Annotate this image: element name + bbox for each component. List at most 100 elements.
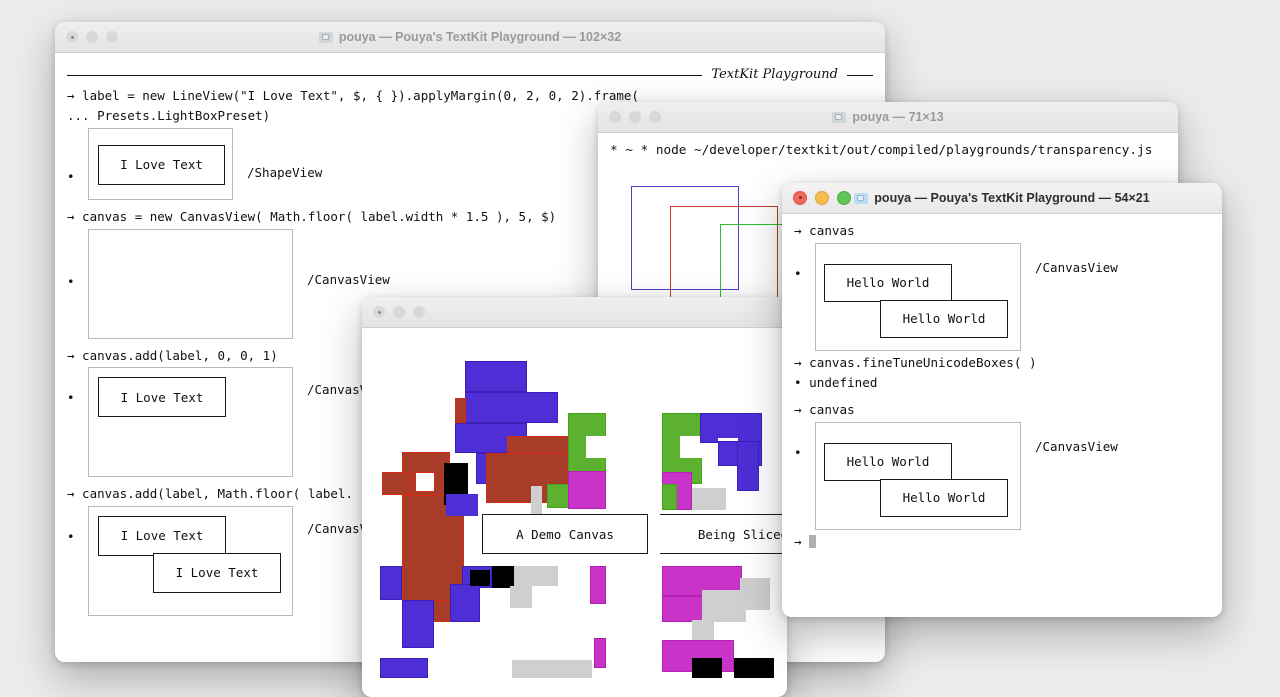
zoom-button[interactable]	[413, 306, 425, 318]
prompt-line: → canvas.fineTuneUnicodeBoxes( )	[794, 354, 1037, 370]
zoom-button[interactable]	[649, 111, 661, 123]
traffic-lights[interactable]	[362, 306, 425, 318]
line-view: I Love Text	[98, 516, 226, 557]
titlebar-playground-main[interactable]: pouya — Pouya's TextKit Playground — 102…	[55, 22, 885, 53]
pixel-block	[402, 600, 434, 648]
window-pixel-canvas[interactable]: A Demo Canvas Being Sliced	[362, 297, 787, 697]
close-button[interactable]	[793, 191, 807, 205]
result-type-label: /ShapeView	[247, 164, 323, 180]
pixel-block	[740, 578, 770, 610]
result-type-label: /CanvasV	[307, 521, 368, 537]
header-rule-right	[847, 74, 873, 76]
line-view: I Love Text	[98, 144, 225, 185]
window-title: pouya — 71×13	[598, 102, 1178, 132]
pixel-block	[734, 658, 774, 678]
window-title-text: pouya — Pouya's TextKit Playground — 54×…	[874, 191, 1150, 205]
traffic-lights[interactable]	[782, 191, 851, 205]
line-view: Hello World	[824, 442, 952, 481]
pixel-block	[737, 441, 759, 491]
traffic-lights[interactable]	[55, 31, 118, 43]
pixel-block	[470, 570, 490, 586]
header-caption: TextKit Playground	[711, 67, 838, 82]
result-line: • undefined	[794, 374, 878, 390]
caption-box-sliced: Being Sliced	[660, 514, 787, 554]
minimize-button[interactable]	[86, 31, 98, 43]
prompt-line: → canvas	[794, 223, 855, 238]
window-playground-front[interactable]: pouya — Pouya's TextKit Playground — 54×…	[782, 183, 1222, 617]
pixel-block	[465, 361, 527, 392]
line-view: I Love Text	[98, 377, 226, 418]
pixel-block	[512, 660, 592, 678]
pixel-block	[380, 658, 428, 678]
pixel-block	[510, 586, 532, 608]
window-title-text: pouya — Pouya's TextKit Playground — 102…	[338, 30, 622, 44]
pixel-block	[692, 488, 726, 510]
caption-box-demo: A Demo Canvas	[482, 514, 648, 554]
close-button[interactable]	[609, 111, 621, 123]
result-bullet: •	[67, 529, 75, 545]
result-bullet: •	[794, 444, 802, 460]
pixel-block	[465, 392, 558, 423]
result-type-label: /CanvasView	[307, 271, 390, 287]
result-canvasview-hello-2: • Hello World Hello World /CanvasView	[782, 420, 1222, 532]
result-type-label: /CanvasV	[307, 382, 368, 398]
minimize-button[interactable]	[629, 111, 641, 123]
pixel-block	[586, 436, 608, 458]
terminal-body-front[interactable]: → canvas • Hello World Hello World /Canv…	[782, 214, 1222, 617]
titlebar-node-terminal[interactable]: pouya — 71×13	[598, 102, 1178, 133]
line-view: Hello World	[824, 263, 952, 302]
canvasview-box: I Love Text	[88, 367, 293, 478]
canvasview-box: I Love Text I Love Text	[88, 506, 293, 617]
line-view: Hello World	[880, 478, 1008, 517]
result-bullet: •	[67, 168, 75, 184]
pixel-block	[680, 436, 702, 458]
pixel-block	[492, 566, 514, 588]
header-rule-left	[67, 74, 703, 76]
pixel-block	[455, 398, 466, 423]
shell-command-line: * ~ * node ~/developer/textkit/out/compi…	[610, 142, 1153, 157]
prompt-arrow: →	[794, 533, 802, 549]
close-button[interactable]	[373, 306, 385, 318]
pixel-block	[594, 638, 606, 668]
window-title	[362, 297, 787, 327]
result-canvasview-hello-1: • Hello World Hello World /CanvasView	[782, 241, 1222, 353]
zoom-button[interactable]	[106, 31, 118, 43]
folder-icon	[832, 111, 847, 123]
folder-icon	[318, 31, 333, 43]
pixel-block	[446, 494, 478, 516]
pixel-block	[382, 472, 412, 495]
result-type-label: /CanvasView	[1035, 438, 1118, 454]
pixel-block	[662, 484, 677, 510]
shapeview-box: I Love Text	[88, 127, 233, 200]
playground-header: TextKit Playground	[55, 60, 885, 86]
titlebar-playground-front[interactable]: pouya — Pouya's TextKit Playground — 54×…	[782, 183, 1222, 214]
minimize-button[interactable]	[393, 306, 405, 318]
pixel-block	[568, 471, 606, 509]
pixel-block	[590, 566, 606, 604]
canvasview-box	[88, 228, 293, 339]
prompt-line: → canvas	[794, 401, 855, 417]
traffic-lights[interactable]	[598, 111, 661, 123]
canvasview-box: Hello World Hello World	[815, 242, 1021, 351]
pixel-block	[514, 566, 558, 586]
prompt-line-empty[interactable]: →	[782, 532, 1222, 552]
pixel-block	[380, 566, 402, 600]
line-view: Hello World	[880, 299, 1008, 338]
pixel-art-canvas: A Demo Canvas Being Sliced	[362, 328, 787, 697]
pixel-block	[450, 584, 480, 622]
line-view: I Love Text	[153, 553, 281, 594]
zoom-button[interactable]	[837, 191, 851, 205]
folder-icon	[854, 192, 869, 204]
result-type-label: /CanvasView	[1035, 259, 1118, 275]
close-button[interactable]	[66, 31, 78, 43]
minimize-button[interactable]	[815, 191, 829, 205]
canvasview-box: Hello World Hello World	[815, 421, 1021, 530]
titlebar-pixel-canvas[interactable]	[362, 297, 787, 328]
window-title-text: pouya — 71×13	[852, 110, 944, 124]
desktop: pouya — Pouya's TextKit Playground — 102…	[0, 0, 1280, 697]
result-bullet: •	[794, 265, 802, 281]
window-title: pouya — Pouya's TextKit Playground — 102…	[55, 22, 885, 52]
pixel-block	[415, 472, 435, 492]
result-bullet: •	[67, 273, 75, 289]
pixel-block	[531, 486, 542, 514]
